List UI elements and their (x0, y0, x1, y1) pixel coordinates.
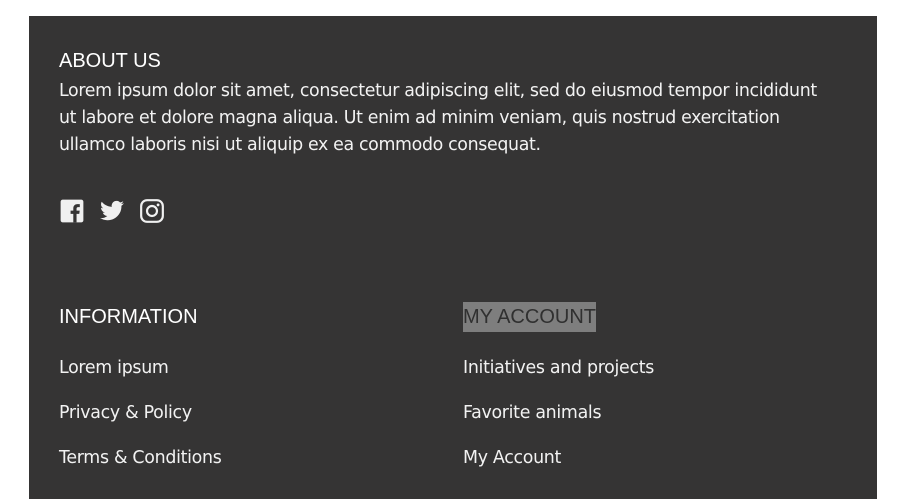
account-links: Initiatives and projects Favorite animal… (463, 354, 843, 489)
footer-link-lorem-ipsum[interactable]: Lorem ipsum (59, 354, 439, 399)
facebook-icon[interactable] (59, 198, 85, 224)
instagram-icon[interactable] (139, 198, 165, 224)
about-text: Lorem ipsum dolor sit amet, consectetur … (59, 81, 817, 155)
account-heading: MY ACCOUNT (463, 302, 596, 332)
twitter-icon[interactable] (99, 198, 125, 224)
footer-link-privacy-policy[interactable]: Privacy & Policy (59, 399, 439, 444)
information-heading: INFORMATION (59, 306, 198, 328)
social-links (59, 198, 165, 224)
information-column: INFORMATION Lorem ipsum Privacy & Policy… (59, 302, 222, 468)
footer: ABOUT US Lorem ipsum dolor sit amet, con… (29, 16, 877, 499)
account-column: MY ACCOUNT Initiatives and projects Favo… (463, 302, 654, 468)
footer-link-favorite-animals[interactable]: Favorite animals (463, 399, 843, 444)
footer-link-initiatives-projects[interactable]: Initiatives and projects (463, 354, 843, 399)
footer-link-my-account[interactable]: My Account (463, 444, 843, 489)
footer-link-terms-conditions[interactable]: Terms & Conditions (59, 444, 439, 489)
information-links: Lorem ipsum Privacy & Policy Terms & Con… (59, 354, 439, 489)
about-heading: ABOUT US (59, 50, 161, 72)
